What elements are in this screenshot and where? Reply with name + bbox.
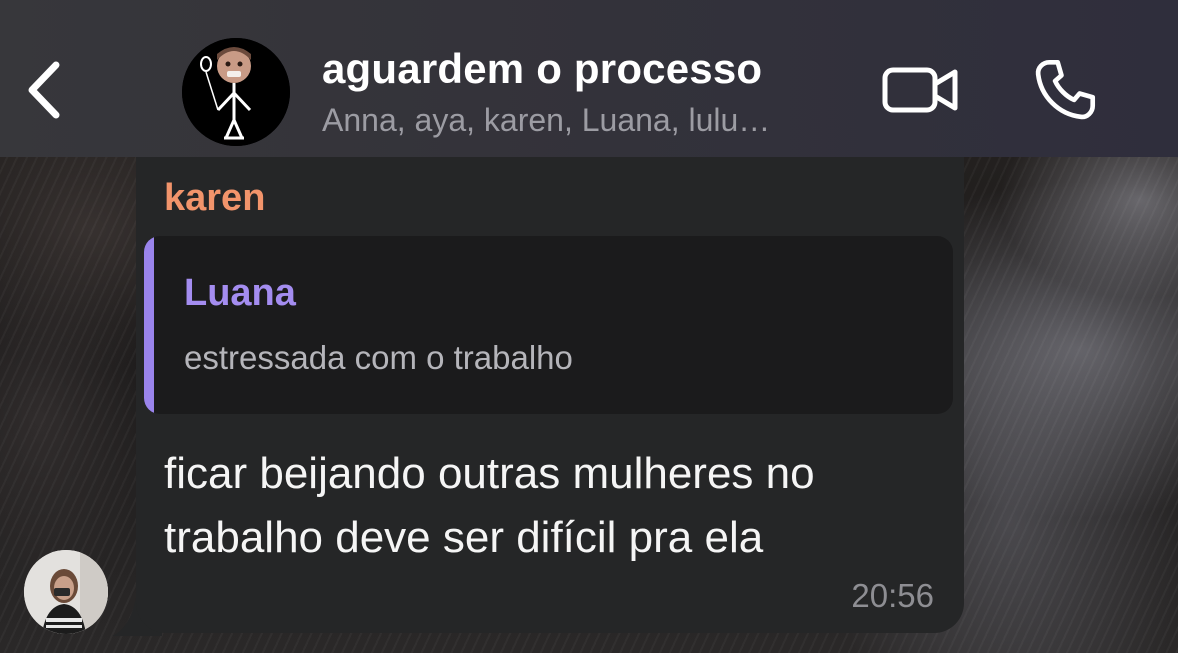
chat-members-list[interactable]: Anna, aya, karen, Luana, lulu… [322, 102, 770, 139]
back-button[interactable] [20, 55, 70, 125]
video-call-button[interactable] [880, 58, 964, 122]
chat-header: aguardem o processo Anna, aya, karen, Lu… [0, 0, 1178, 157]
reply-text: estressada com o trabalho [184, 339, 573, 376]
sender-avatar[interactable] [24, 550, 108, 634]
group-avatar-image [182, 38, 290, 146]
message-timestamp: 20:56 [851, 577, 934, 614]
voice-call-button[interactable] [1030, 55, 1100, 125]
reply-author: Luana [184, 272, 296, 314]
reply-quote[interactable]: Luana estressada com o trabalho [144, 236, 953, 414]
group-avatar[interactable] [182, 38, 290, 146]
message-sender[interactable]: karen [164, 177, 265, 220]
chevron-left-icon [28, 61, 60, 119]
reply-accent-bar [144, 236, 154, 414]
video-camera-icon [882, 67, 958, 113]
phone-icon [1035, 59, 1096, 120]
message-bubble[interactable]: karen Luana estressada com o trabalho fi… [136, 157, 964, 633]
message-text: ficar beijando outras mulheres no trabal… [164, 449, 815, 562]
chat-title[interactable]: aguardem o processo [322, 45, 762, 93]
sender-avatar-image [24, 550, 108, 634]
